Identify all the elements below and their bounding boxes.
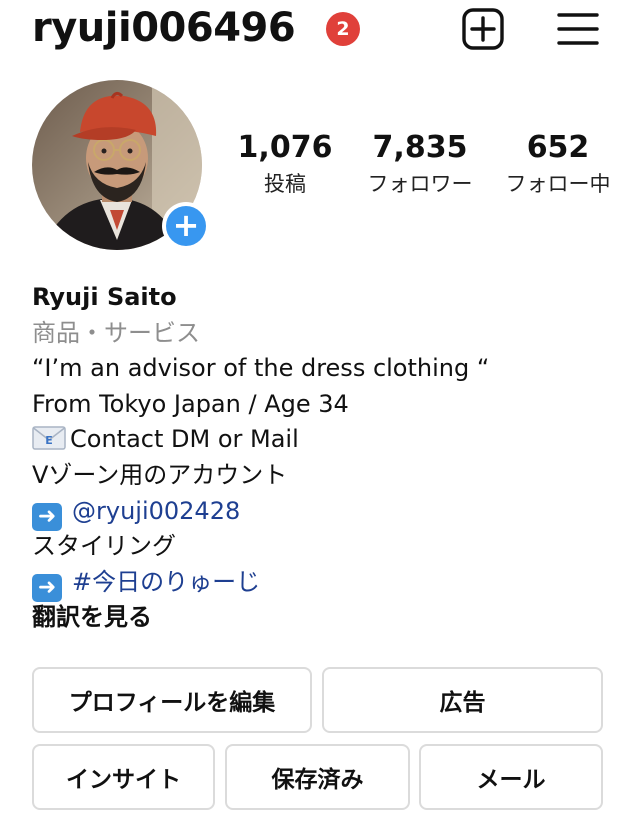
profile-username[interactable]: ryuji006496 <box>32 4 296 52</box>
bio-line-5: ➜ @ryuji002428 <box>32 494 622 531</box>
svg-text:E: E <box>45 434 53 447</box>
mail-button[interactable]: メール <box>419 744 603 810</box>
bio-line-3: E Contact DM or Mail <box>32 422 622 458</box>
bio-line-7: ➜ #今日のりゅーじ <box>32 565 622 602</box>
notification-badge[interactable]: 2 <box>326 12 360 46</box>
profile-bio: Ryuji Saito 商品・サービス “I’m an advisor of t… <box>32 280 622 636</box>
right-arrow-emoji: ➜ <box>32 573 62 602</box>
incoming-envelope-emoji: E <box>32 426 66 451</box>
stat-posts[interactable]: 1,076 投稿 <box>230 130 340 200</box>
plus-icon: + <box>166 206 206 246</box>
stat-followers-label: フォロワー <box>367 172 473 196</box>
profile-category: 商品・サービス <box>32 318 200 347</box>
stat-posts-label: 投稿 <box>264 172 306 196</box>
stat-posts-count: 1,076 <box>237 130 333 165</box>
bio-line-2: From Tokyo Japan / Age 34 <box>32 389 349 418</box>
stat-following[interactable]: 652 フォロー中 <box>496 130 620 200</box>
bio-line-4: Vゾーン用のアカウント <box>32 460 288 489</box>
mention-link[interactable]: @ryuji002428 <box>72 497 240 525</box>
stat-followers-count: 7,835 <box>372 130 468 165</box>
stat-following-label: フォロー中 <box>505 172 611 196</box>
saved-button[interactable]: 保存済み <box>225 744 410 810</box>
ads-button[interactable]: 広告 <box>322 667 603 733</box>
avatar-container[interactable]: + <box>32 80 210 250</box>
bio-line-1: “I’m an advisor of the dress clothing “ <box>32 354 490 383</box>
new-post-button[interactable] <box>460 6 506 52</box>
see-translation-link[interactable]: 翻訳を見る <box>32 600 622 636</box>
bio-line-6: スタイリング <box>32 532 176 561</box>
plus-square-icon <box>462 8 504 50</box>
stat-following-count: 652 <box>526 130 590 165</box>
hamburger-menu-icon <box>557 13 599 45</box>
menu-button[interactable] <box>555 6 601 52</box>
edit-profile-button[interactable]: プロフィールを編集 <box>32 667 312 733</box>
add-story-button[interactable]: + <box>162 202 210 250</box>
insights-button[interactable]: インサイト <box>32 744 215 810</box>
top-bar: ryuji006496 2 <box>0 0 630 60</box>
hashtag-link[interactable]: #今日のりゅーじ <box>72 568 260 596</box>
bio-contact-text: Contact DM or Mail <box>70 425 299 454</box>
right-arrow-emoji: ➜ <box>32 502 62 531</box>
display-name: Ryuji Saito <box>32 283 177 311</box>
stat-followers[interactable]: 7,835 フォロワー <box>358 130 482 200</box>
